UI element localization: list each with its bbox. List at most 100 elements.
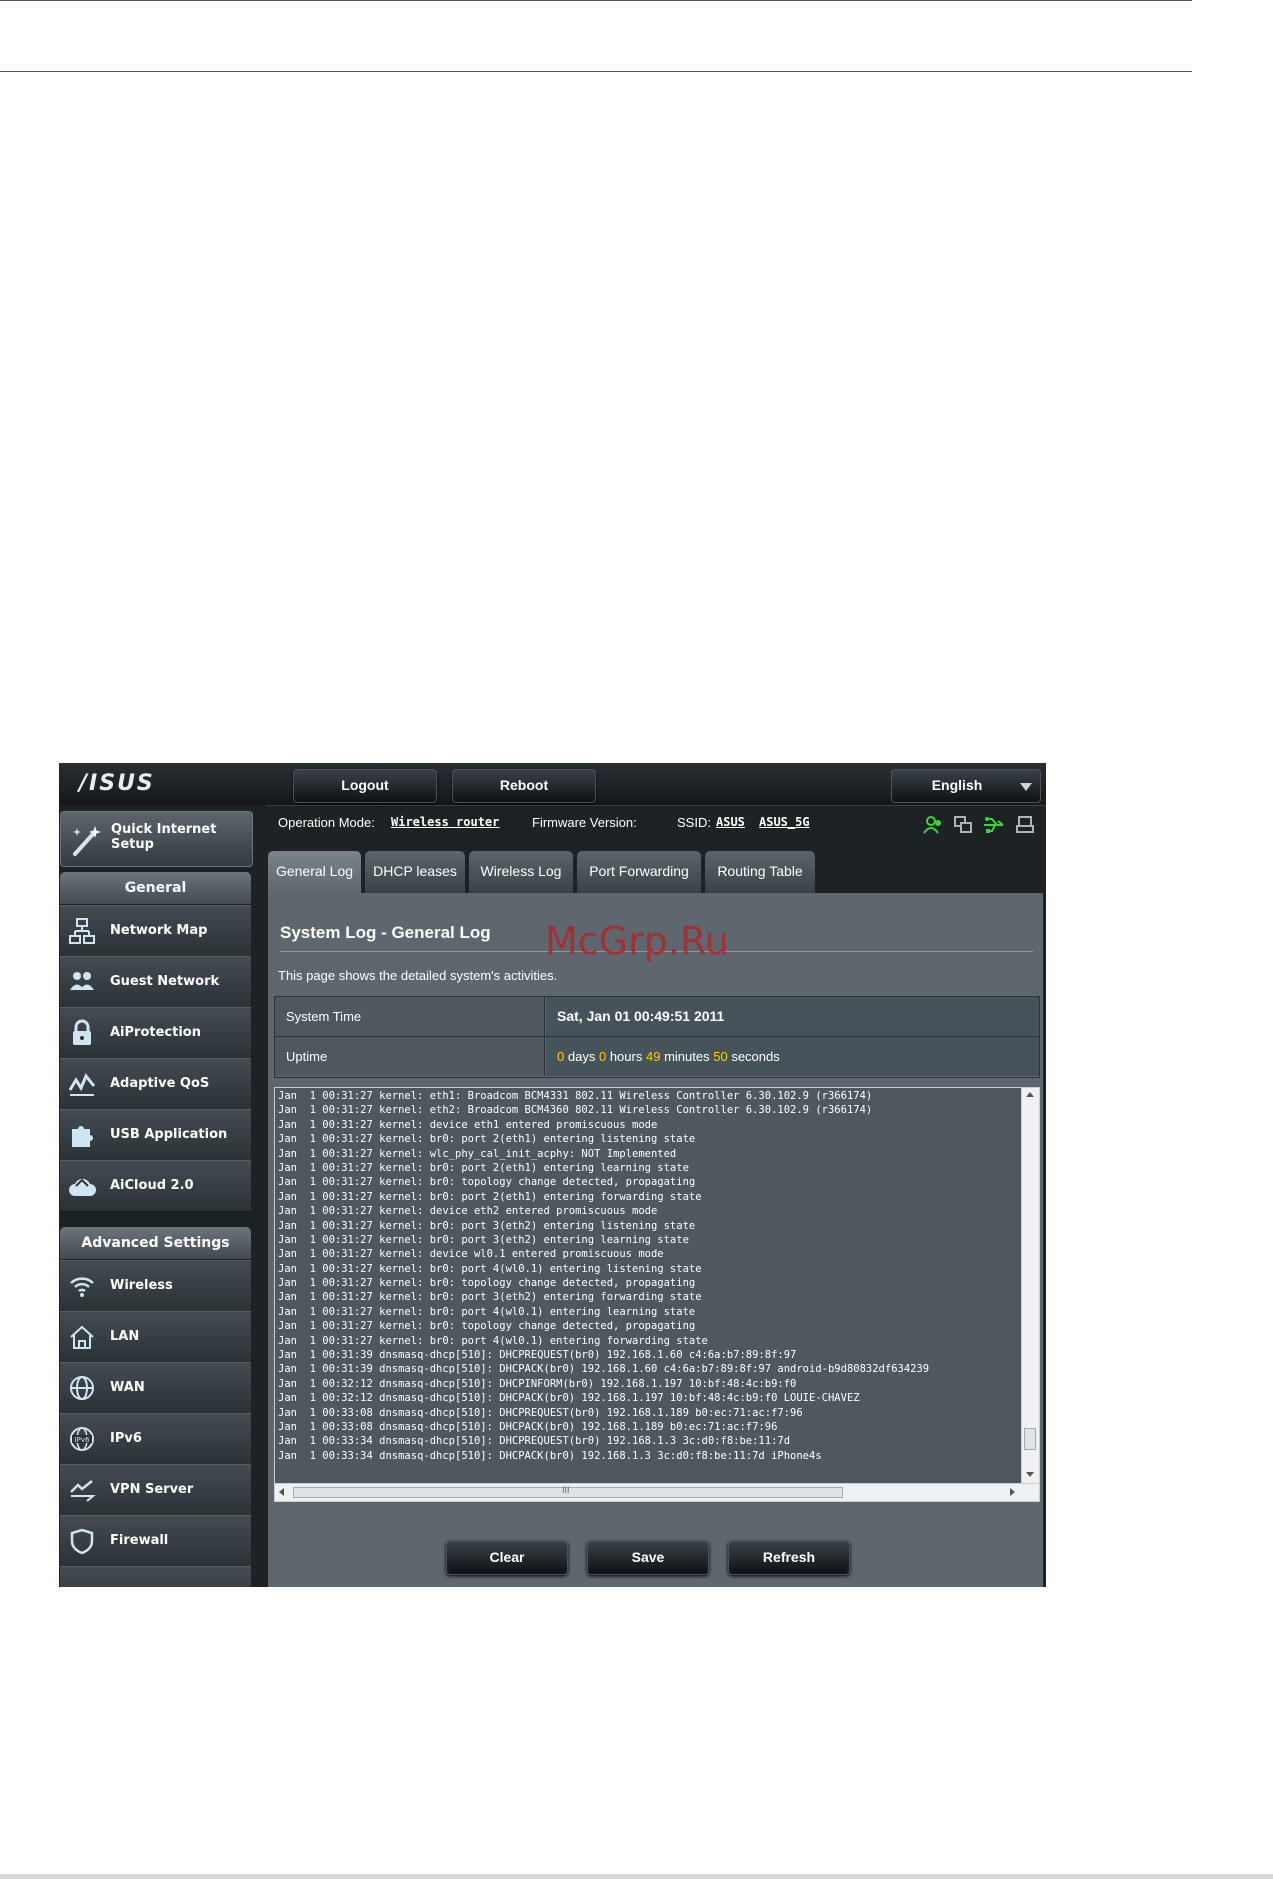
log-line: Jan 1 00:31:27 kernel: device eth1 enter… bbox=[278, 1118, 658, 1131]
sidebar-item-label: AiCloud 2.0 bbox=[110, 1178, 194, 1193]
scroll-down-icon[interactable] bbox=[1026, 1472, 1034, 1477]
operation-mode-link[interactable]: Wireless router bbox=[391, 815, 499, 829]
clients-icon[interactable] bbox=[923, 815, 943, 835]
scroll-left-icon[interactable] bbox=[279, 1488, 284, 1496]
sidebar-item-wireless[interactable]: Wireless bbox=[60, 1260, 251, 1312]
tab-dhcp-leases[interactable]: DHCP leases bbox=[365, 851, 465, 893]
horizontal-scroll-thumb[interactable]: III bbox=[293, 1485, 843, 1498]
tab-wireless-log[interactable]: Wireless Log bbox=[469, 851, 573, 893]
ssid-label: SSID: bbox=[677, 815, 711, 830]
top-bar: /ISUS Logout Reboot English bbox=[59, 763, 1046, 806]
sidebar-item-wan[interactable]: WAN bbox=[60, 1362, 251, 1414]
log-textarea[interactable]: Jan 1 00:31:27 kernel: eth1: Broadcom BC… bbox=[274, 1087, 1040, 1502]
system-time-value: Sat, Jan 01 00:49:51 2011 bbox=[546, 997, 1039, 1036]
tab-general-log[interactable]: General Log bbox=[268, 851, 361, 893]
sidebar-item-aicloud[interactable]: AiCloud 2.0 bbox=[60, 1160, 251, 1212]
log-lines: Jan 1 00:31:27 kernel: eth1: Broadcom BC… bbox=[278, 1089, 1018, 1479]
page-title: System Log - General Log bbox=[280, 923, 491, 942]
uptime-minutes: 49 bbox=[645, 1049, 661, 1064]
language-value: English bbox=[931, 777, 983, 793]
uptime-hours-unit: hours bbox=[609, 1049, 643, 1064]
log-line: Jan 1 00:31:27 kernel: device eth2 enter… bbox=[278, 1205, 658, 1218]
qos-icon bbox=[68, 1073, 96, 1096]
sidebar-item-vpn-server[interactable]: VPN Server bbox=[60, 1464, 251, 1516]
sidebar-item-label: Firewall bbox=[110, 1533, 169, 1548]
log-line: Jan 1 00:32:12 dnsmasq-dhcp[510]: DHCPAC… bbox=[278, 1392, 860, 1405]
log-line: Jan 1 00:31:27 kernel: br0: topology cha… bbox=[278, 1320, 696, 1333]
uptime-days-unit: days bbox=[567, 1049, 596, 1064]
log-line: Jan 1 00:31:27 kernel: br0: port 2(eth1)… bbox=[278, 1161, 689, 1174]
general-heading: General bbox=[60, 872, 251, 904]
scroll-up-icon[interactable] bbox=[1026, 1092, 1034, 1097]
sidebar-item-label: Network Map bbox=[110, 923, 208, 938]
router-admin-screenshot: /ISUS Logout Reboot English Quick Intern… bbox=[59, 763, 1046, 1587]
cloud-icon bbox=[69, 1178, 96, 1196]
magic-wand-icon bbox=[73, 826, 101, 856]
sidebar-item-aiprotection[interactable]: AiProtection bbox=[60, 1007, 251, 1059]
log-line: Jan 1 00:31:27 kernel: device wl0.1 ente… bbox=[278, 1248, 664, 1261]
ssid-link-1[interactable]: ASUS bbox=[716, 815, 745, 829]
log-line: Jan 1 00:33:34 dnsmasq-dhcp[510]: DHCPAC… bbox=[278, 1449, 822, 1462]
table-row: System Time Sat, Jan 01 00:49:51 2011 bbox=[275, 997, 1039, 1037]
tab-port-forwarding[interactable]: Port Forwarding bbox=[577, 851, 701, 893]
sidebar-item-lan[interactable]: LAN bbox=[60, 1311, 251, 1363]
scroll-right-icon[interactable] bbox=[1010, 1488, 1015, 1496]
refresh-button[interactable]: Refresh bbox=[728, 1541, 850, 1575]
sidebar-item-label: WAN bbox=[110, 1380, 145, 1395]
log-line: Jan 1 00:31:27 kernel: eth1: Broadcom BC… bbox=[278, 1090, 873, 1102]
qis-label-line2: Setup bbox=[111, 837, 154, 852]
language-select[interactable]: English bbox=[891, 769, 1041, 803]
sidebar-item-label: AiProtection bbox=[110, 1025, 201, 1040]
page-description: This page shows the detailed system's ac… bbox=[278, 968, 558, 983]
quick-internet-setup-button[interactable]: Quick Internet Setup bbox=[60, 811, 253, 867]
logout-button[interactable]: Logout bbox=[293, 769, 437, 803]
reboot-button[interactable]: Reboot bbox=[452, 769, 596, 803]
log-line: Jan 1 00:31:27 kernel: br0: port 2(eth1)… bbox=[278, 1133, 696, 1146]
sidebar-item-label: Guest Network bbox=[110, 974, 220, 989]
sidebar-item-guest-network[interactable]: Guest Network bbox=[60, 956, 251, 1008]
log-line: Jan 1 00:31:27 kernel: wlc_phy_cal_init_… bbox=[278, 1147, 677, 1160]
sidebar-item-usb-application[interactable]: USB Application bbox=[60, 1109, 251, 1161]
shield-icon bbox=[70, 1528, 94, 1555]
horizontal-scrollbar[interactable]: III bbox=[275, 1483, 1039, 1501]
log-line: Jan 1 00:33:08 dnsmasq-dhcp[510]: DHCPRE… bbox=[278, 1406, 803, 1419]
chevron-down-icon bbox=[1020, 783, 1032, 791]
home-icon bbox=[70, 1325, 94, 1349]
save-button[interactable]: Save bbox=[587, 1541, 709, 1575]
sidebar-item-partial[interactable] bbox=[60, 1566, 251, 1587]
network-map-icon bbox=[69, 918, 95, 944]
usb-icon[interactable] bbox=[983, 815, 1005, 835]
sidebar-item-label: Wireless bbox=[110, 1278, 173, 1293]
log-line: Jan 1 00:31:27 kernel: br0: port 4(wl0.1… bbox=[278, 1262, 702, 1275]
qis-label-line1: Quick Internet bbox=[111, 822, 217, 837]
sidebar-item-network-map[interactable]: Network Map bbox=[60, 905, 251, 957]
uptime-value: 0 days 0 hours 49 minutes 50 seconds bbox=[546, 1037, 1039, 1076]
scroll-grip: III bbox=[562, 1485, 570, 1495]
log-line: Jan 1 00:31:27 kernel: br0: port 3(eth2)… bbox=[278, 1291, 702, 1304]
asus-logo: /ISUS bbox=[79, 771, 155, 796]
guest-network-icon bbox=[70, 972, 94, 990]
printer-icon[interactable] bbox=[1015, 815, 1035, 835]
puzzle-icon bbox=[72, 1126, 93, 1147]
advanced-settings-heading: Advanced Settings bbox=[60, 1227, 251, 1259]
vertical-scrollbar[interactable] bbox=[1021, 1088, 1039, 1484]
firmware-version-label: Firmware Version: bbox=[532, 815, 637, 830]
log-line: Jan 1 00:31:27 kernel: br0: port 2(eth1)… bbox=[278, 1190, 702, 1203]
system-time-label: System Time bbox=[275, 997, 545, 1036]
status-icons bbox=[923, 815, 1043, 835]
uptime-minutes-unit: minutes bbox=[664, 1049, 710, 1064]
tab-routing-table[interactable]: Routing Table bbox=[705, 851, 815, 893]
log-line: Jan 1 00:33:08 dnsmasq-dhcp[510]: DHCPAC… bbox=[278, 1420, 778, 1433]
uptime-seconds-unit: seconds bbox=[731, 1049, 780, 1064]
log-line: Jan 1 00:31:27 kernel: br0: port 4(wl0.1… bbox=[278, 1305, 696, 1318]
clear-button[interactable]: Clear bbox=[446, 1541, 568, 1575]
sidebar-item-ipv6[interactable]: IPv6 IPv6 bbox=[60, 1413, 251, 1465]
ssid-link-2[interactable]: ASUS_5G bbox=[759, 815, 810, 829]
log-line: Jan 1 00:31:27 kernel: br0: port 3(eth2)… bbox=[278, 1219, 696, 1232]
vertical-scroll-thumb[interactable] bbox=[1024, 1428, 1036, 1450]
table-row: Uptime 0 days 0 hours 49 minutes 50 seco… bbox=[275, 1037, 1039, 1076]
log-line: Jan 1 00:31:39 dnsmasq-dhcp[510]: DHCPRE… bbox=[278, 1349, 797, 1362]
sidebar-item-firewall[interactable]: Firewall bbox=[60, 1515, 251, 1567]
sidebar-item-adaptive-qos[interactable]: Adaptive QoS bbox=[60, 1058, 251, 1110]
network-status-icon[interactable] bbox=[953, 815, 973, 835]
